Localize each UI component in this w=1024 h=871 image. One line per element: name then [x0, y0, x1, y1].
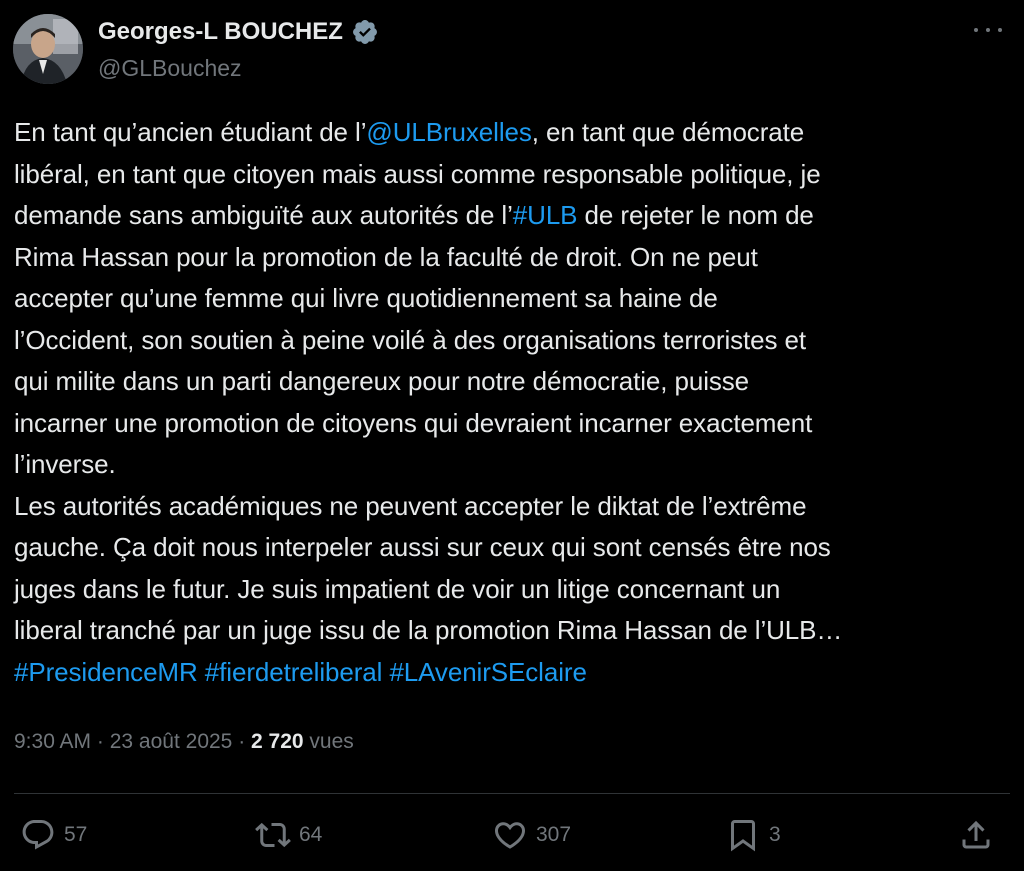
- views-label: vues: [303, 730, 354, 753]
- tweet-text-line: Les autorités académiques ne peuvent acc…: [14, 486, 999, 528]
- reply-icon: [22, 820, 54, 850]
- meta-separator: ·: [232, 730, 252, 753]
- meta-separator: ·: [91, 730, 110, 753]
- tweet-text-line: En tant qu’ancien étudiant de l’@ULBruxe…: [14, 112, 999, 154]
- tweet-text-line: #PresidenceMR #fierdetreliberal #LAvenir…: [14, 652, 999, 694]
- views-count: 2 720: [251, 730, 304, 753]
- tweet-time[interactable]: 9:30 AM: [14, 730, 91, 753]
- tweet-text-segment: juges dans le futur. Je suis impatient d…: [14, 573, 781, 604]
- author-handle[interactable]: @GLBouchez: [98, 55, 242, 82]
- share-icon: [962, 820, 990, 849]
- tweet-date[interactable]: 23 août 2025: [110, 730, 233, 753]
- author-name[interactable]: Georges-L BOUCHEZ: [98, 18, 343, 46]
- like-button[interactable]: 307: [492, 815, 571, 855]
- verified-badge-icon: [352, 20, 377, 44]
- reply-count: 57: [64, 823, 88, 846]
- repost-button[interactable]: 64: [255, 815, 322, 855]
- reply-button[interactable]: 57: [20, 815, 87, 855]
- tweet-text-segment: incarner une promotion de citoyens qui d…: [14, 407, 813, 438]
- hashtag-link[interactable]: #LAvenirSEclaire: [389, 657, 586, 687]
- tweet-text-segment: En tant qu’ancien étudiant de l’: [14, 117, 367, 147]
- repost-count: 64: [299, 823, 323, 846]
- tweet-text-line: l’Occident, son soutien à peine voilé à …: [14, 320, 999, 362]
- share-button[interactable]: [958, 815, 1002, 855]
- author-name-row[interactable]: Georges-L BOUCHEZ: [98, 18, 379, 46]
- tweet-text-segment: qui milite dans un parti dangereux pour …: [14, 366, 750, 396]
- tweet-text-line: libéral, en tant que citoyen mais aussi …: [14, 154, 999, 196]
- tweet-text-segment: , en tant que démocrate: [531, 117, 805, 147]
- bookmark-button[interactable]: 3: [725, 815, 781, 855]
- tweet-text-segment: accepter qu’une femme qui livre quotidie…: [14, 283, 718, 313]
- tweet-text-segment: de rejeter le nom de: [577, 200, 814, 230]
- tweet-text-segment: l’inverse.: [14, 449, 116, 479]
- tweet-text-line: gauche. Ça doit nous interpeler aussi su…: [14, 527, 999, 569]
- tweet-text-line: qui milite dans un parti dangereux pour …: [14, 361, 999, 403]
- tweet-text-segment: [198, 657, 205, 687]
- like-count: 307: [536, 823, 572, 846]
- tweet-text-segment: l’Occident, son soutien à peine voilé à …: [14, 324, 807, 355]
- tweet-text-segment: Les autorités académiques ne peuvent acc…: [14, 490, 807, 521]
- more-icon[interactable]: [974, 20, 1002, 40]
- tweet-text: En tant qu’ancien étudiant de l’@ULBruxe…: [14, 112, 999, 693]
- tweet-text-segment: liberal tranché par un juge issu de la p…: [14, 615, 843, 645]
- tweet-text-segment: libéral, en tant que citoyen mais aussi …: [14, 158, 821, 189]
- author-avatar[interactable]: [13, 14, 83, 84]
- divider: [14, 793, 1010, 794]
- tweet-text-line: Rima Hassan pour la promotion de la facu…: [14, 237, 999, 279]
- tweet-text-line: demande sans ambiguïté aux autorités de …: [14, 195, 999, 237]
- repost-icon: [255, 822, 291, 848]
- hashtag-link[interactable]: #ULB: [513, 200, 578, 230]
- tweet-text-line: juges dans le futur. Je suis impatient d…: [14, 569, 999, 611]
- bookmark-icon: [731, 820, 755, 852]
- hashtag-link[interactable]: #PresidenceMR: [14, 657, 198, 687]
- tweet-text-line: accepter qu’une femme qui livre quotidie…: [14, 278, 999, 320]
- mention-link[interactable]: @ULBruxelles: [366, 117, 531, 147]
- tweet-text-line: incarner une promotion de citoyens qui d…: [14, 403, 999, 445]
- bookmark-count: 3: [769, 823, 781, 846]
- tweet-text-line: l’inverse.: [14, 444, 999, 486]
- like-icon: [494, 822, 526, 849]
- hashtag-link[interactable]: #fierdetreliberal: [205, 657, 383, 687]
- tweet-text-segment: gauche. Ça doit nous interpeler aussi su…: [14, 532, 831, 562]
- tweet-meta: 9:30 AM · 23 août 2025 · 2 720 vues: [14, 730, 354, 754]
- tweet-text-segment: demande sans ambiguïté aux autorités de …: [14, 200, 513, 230]
- tweet-text-segment: Rima Hassan pour la promotion de la facu…: [14, 241, 758, 272]
- tweet-text-line: liberal tranché par un juge issu de la p…: [14, 610, 999, 652]
